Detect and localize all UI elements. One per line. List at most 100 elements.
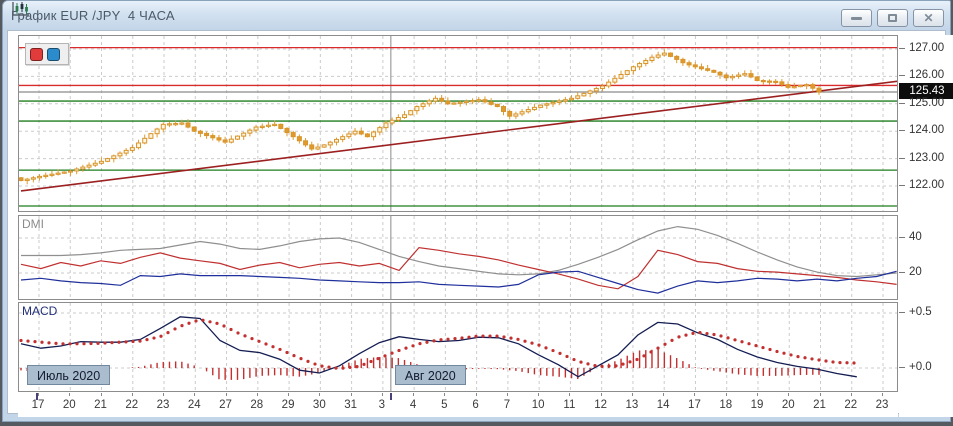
date-tick <box>476 393 477 396</box>
date-label: 19 <box>751 399 764 411</box>
date-tick <box>351 393 352 396</box>
minimize-icon <box>851 17 862 20</box>
date-label: 22 <box>125 399 138 411</box>
date-tick <box>757 393 758 396</box>
date-tick <box>69 393 70 396</box>
date-tick <box>726 393 727 396</box>
window-controls: ✕ <box>841 9 944 27</box>
date-label: 17 <box>688 399 701 411</box>
axis-label: 127.00 <box>909 42 944 54</box>
date-tick <box>413 393 414 396</box>
date-tick <box>257 393 258 396</box>
date-label: 7 <box>504 399 510 411</box>
date-label: 23 <box>157 399 170 411</box>
date-label: 18 <box>719 399 732 411</box>
date-label: 30 <box>313 399 326 411</box>
date-label: 13 <box>626 399 639 411</box>
axis-tick <box>899 237 905 238</box>
window-title: График EUR /JPY 4 ЧАСА <box>11 8 175 23</box>
date-tick <box>851 393 852 396</box>
axis-label: 124.00 <box>909 124 944 136</box>
close-icon: ✕ <box>923 12 933 24</box>
date-tick <box>444 393 445 396</box>
date-label: 31 <box>344 399 357 411</box>
date-label: 21 <box>813 399 826 411</box>
date-label: 12 <box>594 399 607 411</box>
date-tick <box>319 393 320 396</box>
date-label: 20 <box>63 399 76 411</box>
dmi-label: DMI <box>22 217 44 231</box>
date-axis: 1720212223242728293031345671011121314171… <box>18 393 898 417</box>
month-boundary-tick <box>390 393 392 400</box>
price-chart-panel[interactable] <box>18 35 898 212</box>
axis-tick <box>899 158 905 159</box>
date-tick <box>507 393 508 396</box>
axis-label: 122.00 <box>909 179 944 191</box>
date-label: 17 <box>32 399 45 411</box>
date-label: 29 <box>282 399 295 411</box>
month-label-august: Авг 2020 <box>395 365 466 385</box>
axis-label: 40 <box>909 231 922 243</box>
candlestick-chart-icon <box>11 1 31 17</box>
axis-tick <box>899 367 905 368</box>
axis-label: 126.00 <box>909 69 944 81</box>
indicator-legend <box>25 43 69 65</box>
date-tick <box>820 393 821 396</box>
axis-tick <box>899 103 905 104</box>
date-label: 5 <box>441 399 447 411</box>
title-bar[interactable]: График EUR /JPY 4 ЧАСА ✕ <box>3 1 950 30</box>
screen: График EUR /JPY 4 ЧАСА ✕ DMI <box>0 0 953 426</box>
date-tick <box>194 393 195 396</box>
date-tick <box>882 393 883 396</box>
chart-client-area: DMI Июль 2020 Авг 2020 MACD 17 20 21 22 23 24… <box>7 30 946 414</box>
date-tick <box>569 393 570 396</box>
date-tick <box>38 393 39 396</box>
date-tick <box>632 393 633 396</box>
date-label: 27 <box>219 399 232 411</box>
axis-label: +0.0 <box>909 361 932 373</box>
date-label: 4 <box>410 399 416 411</box>
close-button[interactable]: ✕ <box>913 9 944 27</box>
date-tick <box>132 393 133 396</box>
date-label: 21 <box>94 399 107 411</box>
dmi-indicator-panel[interactable]: DMI <box>18 215 898 300</box>
axis-label: 125.00 <box>909 97 944 109</box>
month-label-july: Июль 2020 <box>27 365 110 385</box>
date-label: 22 <box>844 399 857 411</box>
month-boundary-tick <box>36 393 38 400</box>
axis-label: 20 <box>909 266 922 278</box>
date-tick <box>601 393 602 396</box>
date-label: 14 <box>657 399 670 411</box>
maximize-icon <box>888 14 897 22</box>
date-label: 24 <box>188 399 201 411</box>
axis-label: +0.5 <box>909 306 932 318</box>
axis-tick <box>899 130 905 131</box>
macd-indicator-panel[interactable]: Июль 2020 Авг 2020 MACD <box>18 302 898 392</box>
date-label: 28 <box>250 399 263 411</box>
date-label: 23 <box>876 399 889 411</box>
axis-tick <box>899 48 905 49</box>
axis-tick <box>899 185 905 186</box>
price-axis: 125.43 127.00126.00125.00124.00123.00122… <box>899 35 953 417</box>
date-label: 20 <box>782 399 795 411</box>
date-tick <box>163 393 164 396</box>
date-tick <box>663 393 664 396</box>
date-label: 3 <box>379 399 385 411</box>
axis-label: 123.00 <box>909 152 944 164</box>
blue-indicator-toggle[interactable] <box>47 48 60 61</box>
date-tick <box>101 393 102 396</box>
maximize-button[interactable] <box>877 9 908 27</box>
red-indicator-toggle[interactable] <box>30 48 43 61</box>
axis-tick <box>899 272 905 273</box>
date-tick <box>788 393 789 396</box>
date-tick <box>694 393 695 396</box>
macd-label: MACD <box>22 304 57 318</box>
axis-tick <box>899 312 905 313</box>
date-tick <box>538 393 539 396</box>
chart-window: График EUR /JPY 4 ЧАСА ✕ DMI <box>2 0 951 422</box>
date-tick <box>382 393 383 396</box>
date-label: 10 <box>532 399 545 411</box>
date-label: 6 <box>472 399 478 411</box>
minimize-button[interactable] <box>841 9 872 27</box>
axis-tick <box>899 75 905 76</box>
